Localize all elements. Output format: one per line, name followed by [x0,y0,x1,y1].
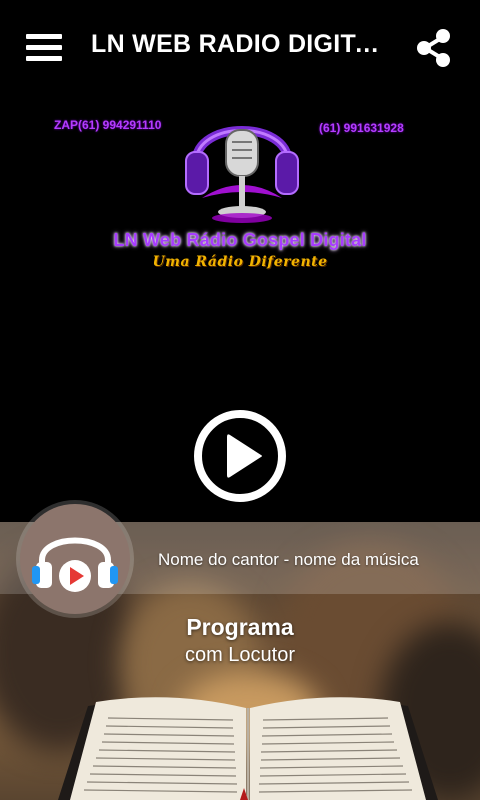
program-title: Programa [186,614,294,640]
now-playing-text: Nome do cantor - nome da música [158,550,419,569]
hamburger-menu-icon[interactable] [26,31,66,65]
headphones-play-icon [20,504,130,614]
app-bar: LN WEB RADIO DIGITAL GOSPEL [0,0,480,96]
app-title: LN WEB RADIO DIGITAL GOSPEL [91,30,396,58]
whatsapp-number: ZAP(61) 994291110 [54,118,162,132]
share-icon[interactable] [414,28,454,68]
phone-number: (61) 991631928 [319,121,404,135]
program-info: Programa com Locutor [0,614,480,667]
station-logo: ZAP(61) 994291110 (61) 991631928 LN Web … [40,96,440,286]
open-bible-image [58,697,438,800]
station-slogan: Uma Rádio Diferente [152,254,328,270]
program-host: com Locutor [184,644,296,666]
microphone-headphones-icon [185,126,299,223]
station-name: LN Web Rádio Gospel Digital [113,230,367,250]
play-icon[interactable] [193,409,287,503]
